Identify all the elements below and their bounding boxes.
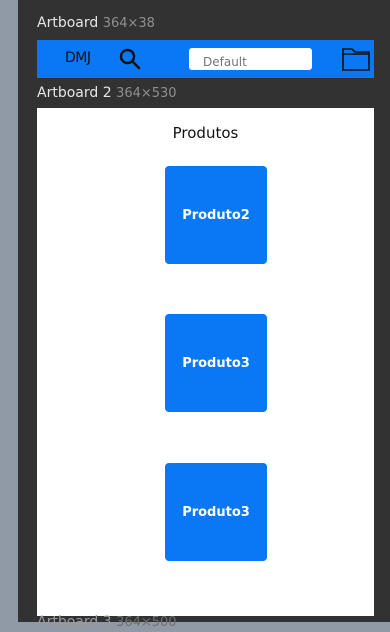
artboard-dims: 364×500: [116, 615, 177, 630]
artboard-label-next[interactable]: Artboard 3 364×500: [37, 613, 177, 632]
header-artboard[interactable]: DMJ: [37, 40, 374, 78]
logo: DMJ: [65, 50, 91, 66]
product-label: Produto3: [182, 355, 250, 371]
artboard-dims: 364×38: [102, 16, 155, 31]
product-label: Produto3: [182, 504, 250, 520]
page-title: Produtos: [172, 124, 239, 142]
search-input[interactable]: [189, 48, 312, 70]
artboard-label-header[interactable]: Artboard 364×38: [37, 14, 155, 33]
artboard-name: Artboard 3: [37, 614, 112, 630]
product-card[interactable]: Produto3: [165, 314, 267, 412]
folder-icon[interactable]: [341, 46, 371, 72]
artboard-name: Artboard: [37, 15, 99, 31]
artboard-label-main[interactable]: Artboard 2 364×530: [37, 84, 177, 103]
product-card[interactable]: Produto2: [165, 166, 267, 264]
main-artboard[interactable]: Produtos Produto2 Produto3 Produto3: [37, 108, 374, 616]
artboard-name: Artboard 2: [37, 85, 112, 101]
product-label: Produto2: [182, 207, 250, 223]
product-card[interactable]: Produto3: [165, 463, 267, 561]
artboard-dims: 364×530: [116, 86, 177, 101]
search-icon[interactable]: [117, 46, 143, 72]
